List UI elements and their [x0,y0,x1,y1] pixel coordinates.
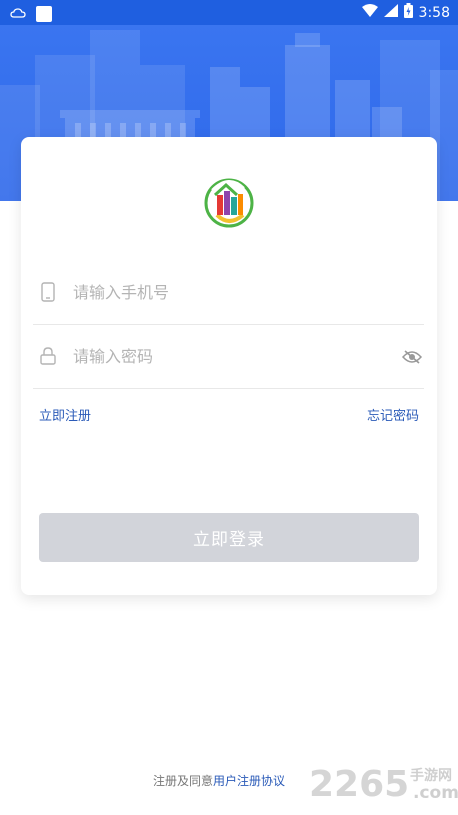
phone-row [33,260,424,325]
agreement-prefix: 注册及同意 [153,774,214,788]
cloud-icon [10,4,26,23]
user-agreement-link[interactable]: 用户注册协议 [213,774,285,788]
watermark-domain: .com [413,783,458,803]
watermark-site-name: 手游网 [410,767,452,784]
battery-icon [403,3,413,22]
status-time: 3:58 [418,4,450,21]
app-logo [203,177,255,229]
login-button[interactable]: 立即登录 [39,513,419,562]
password-row [33,324,424,389]
password-input[interactable] [71,345,402,367]
hide-password-eye-icon[interactable] [401,349,423,364]
site-watermark: 2265 手游网 .com [309,762,458,805]
notification-icon [36,5,52,22]
phone-input[interactable] [71,281,424,303]
agreement-text: 注册及同意用户注册协议 [153,772,285,789]
auth-links: 立即注册 忘记密码 [39,405,419,425]
status-bar: 3:58 [0,0,458,25]
phone-icon [39,282,57,302]
watermark-number: 2265 [309,764,409,804]
lock-icon [39,346,57,366]
login-card: 立即注册 忘记密码 立即登录 [21,137,437,595]
signal-icon [383,4,398,21]
forgot-password-link[interactable]: 忘记密码 [367,405,419,424]
wifi-icon [361,4,378,21]
register-link[interactable]: 立即注册 [39,405,91,424]
